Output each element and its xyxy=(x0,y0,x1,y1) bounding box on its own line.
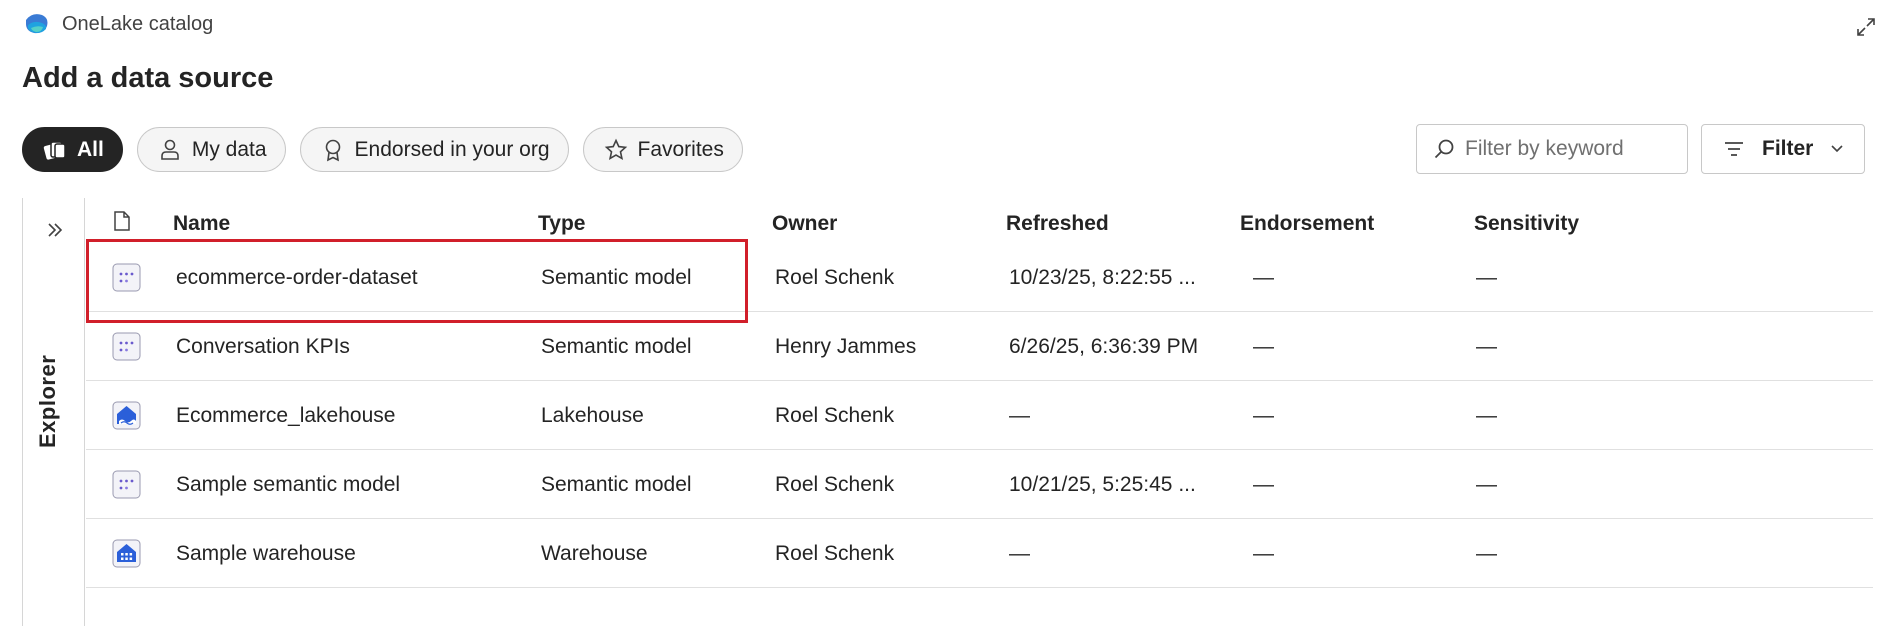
item-owner: Roel Schenk xyxy=(775,473,895,496)
pill-favorites-label: Favorites xyxy=(637,137,724,161)
expand-chevron-icon[interactable] xyxy=(47,222,63,238)
item-sensitivity: — xyxy=(1476,473,1497,496)
search-input[interactable] xyxy=(1465,137,1675,161)
filter-lines-icon xyxy=(1725,142,1743,156)
file-icon xyxy=(114,211,130,231)
stacked-items-icon xyxy=(43,140,66,160)
expand-icon[interactable] xyxy=(1855,16,1877,38)
item-owner: Henry Jammes xyxy=(775,335,917,358)
explorer-label[interactable]: Explorer xyxy=(35,355,61,448)
pill-my-data[interactable]: My data xyxy=(136,127,286,172)
chevron-down-icon xyxy=(1831,145,1843,153)
filter-button[interactable]: Filter xyxy=(1701,124,1865,174)
item-endorsement: — xyxy=(1253,542,1274,565)
item-name[interactable]: Sample semantic model xyxy=(176,473,400,497)
star-icon xyxy=(604,138,627,160)
semantic-model-icon xyxy=(112,332,141,361)
pill-all[interactable]: All xyxy=(22,127,123,172)
item-sensitivity: — xyxy=(1476,335,1497,358)
table-row[interactable]: Sample warehouse Warehouse Roel Schenk —… xyxy=(86,519,1873,588)
filter-pills: All My data Endorsed in your org Favorit… xyxy=(22,127,743,172)
item-type: Semantic model xyxy=(541,473,692,496)
item-sensitivity: — xyxy=(1476,266,1497,289)
pill-favorites[interactable]: Favorites xyxy=(582,127,743,172)
page-title: Add a data source xyxy=(22,62,274,94)
column-header-sensitivity[interactable]: Sensitivity xyxy=(1474,212,1579,236)
item-refreshed: — xyxy=(1009,542,1030,565)
app-title: OneLake catalog xyxy=(62,12,214,35)
item-owner: Roel Schenk xyxy=(775,542,895,565)
person-icon xyxy=(161,139,179,160)
semantic-model-icon xyxy=(112,263,141,292)
table-row[interactable]: Conversation KPIs Semantic model Henry J… xyxy=(86,312,1873,381)
item-sensitivity: — xyxy=(1476,404,1497,427)
item-type: Semantic model xyxy=(541,266,692,289)
column-header-endorsement[interactable]: Endorsement xyxy=(1240,212,1374,236)
column-header-refreshed[interactable]: Refreshed xyxy=(1006,212,1109,236)
pill-endorsed-label: Endorsed in your org xyxy=(354,137,550,161)
item-owner: Roel Schenk xyxy=(775,266,895,289)
table-row[interactable]: Ecommerce_lakehouse Lakehouse Roel Schen… xyxy=(86,381,1873,450)
item-name[interactable]: ecommerce-order-dataset xyxy=(176,266,418,290)
table-row[interactable]: ecommerce-order-dataset Semantic model R… xyxy=(86,243,1873,312)
item-sensitivity: — xyxy=(1476,542,1497,565)
column-header-name[interactable]: Name xyxy=(173,212,230,236)
item-refreshed: 10/21/25, 5:25:45 ... xyxy=(1009,473,1196,496)
table-header: Name Type Owner Refreshed Endorsement Se… xyxy=(86,198,1873,243)
search-box[interactable] xyxy=(1416,124,1688,174)
item-type: Warehouse xyxy=(541,542,648,565)
item-name[interactable]: Conversation KPIs xyxy=(176,335,350,359)
table-row[interactable]: Sample semantic model Semantic model Roe… xyxy=(86,450,1873,519)
item-endorsement: — xyxy=(1253,473,1274,496)
ribbon-icon xyxy=(325,139,340,161)
item-type: Semantic model xyxy=(541,335,692,358)
item-refreshed: 10/23/25, 8:22:55 ... xyxy=(1009,266,1196,289)
column-header-owner[interactable]: Owner xyxy=(772,212,837,236)
item-endorsement: — xyxy=(1253,266,1274,289)
pill-endorsed[interactable]: Endorsed in your org xyxy=(299,127,569,172)
pill-my-data-label: My data xyxy=(191,137,267,161)
warehouse-icon xyxy=(112,539,141,568)
item-owner: Roel Schenk xyxy=(775,404,895,427)
item-endorsement: — xyxy=(1253,404,1274,427)
semantic-model-icon xyxy=(112,470,141,499)
pill-all-label: All xyxy=(77,137,104,161)
filter-button-label: Filter xyxy=(1762,137,1814,160)
item-type: Lakehouse xyxy=(541,404,644,427)
item-refreshed: 6/26/25, 6:36:39 PM xyxy=(1009,335,1199,358)
column-header-type[interactable]: Type xyxy=(538,212,585,236)
item-refreshed: — xyxy=(1009,404,1030,427)
lakehouse-icon xyxy=(112,401,141,430)
app-header: OneLake catalog xyxy=(22,10,213,38)
explorer-pane: Explorer xyxy=(22,198,85,626)
search-icon xyxy=(1434,139,1454,159)
item-endorsement: — xyxy=(1253,335,1274,358)
items-table: Name Type Owner Refreshed Endorsement Se… xyxy=(86,198,1873,588)
onelake-logo xyxy=(26,14,48,34)
item-name[interactable]: Ecommerce_lakehouse xyxy=(176,404,395,428)
item-name[interactable]: Sample warehouse xyxy=(176,542,356,566)
